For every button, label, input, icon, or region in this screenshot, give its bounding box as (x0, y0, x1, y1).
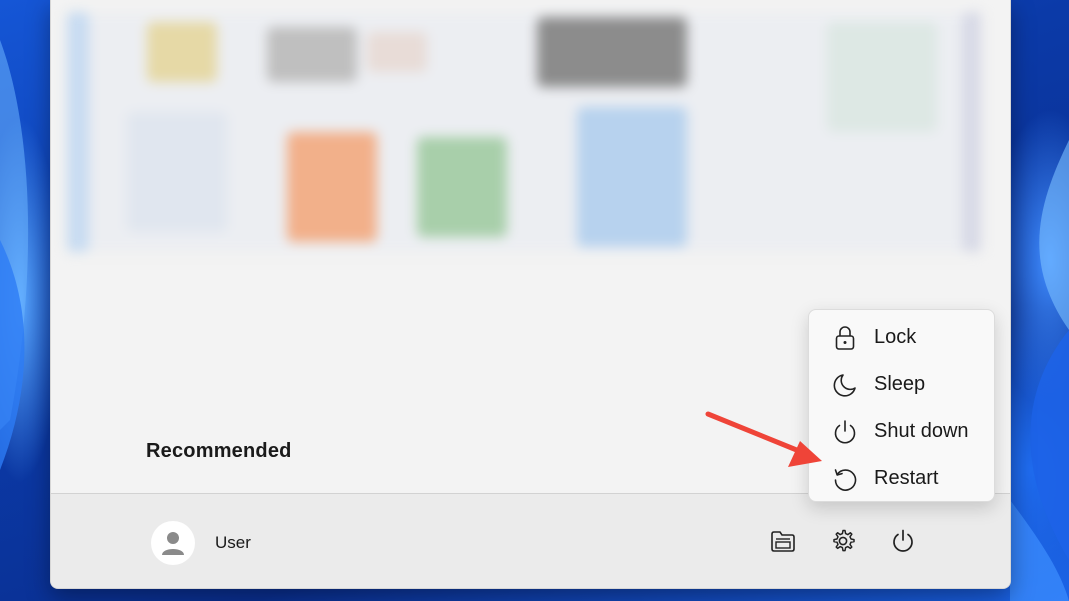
moon-icon (831, 371, 859, 399)
sleep-label: Sleep (874, 373, 926, 395)
shut-down-menu-item[interactable]: Shut down (809, 408, 994, 455)
restart-menu-item[interactable]: Restart (809, 455, 994, 502)
user-account-button[interactable]: User (147, 520, 255, 566)
lock-label: Lock (874, 326, 917, 348)
lock-menu-item[interactable]: Lock (809, 314, 994, 361)
settings-button[interactable] (828, 528, 858, 558)
power-icon (831, 418, 859, 446)
recommended-heading: Recommended (146, 440, 292, 462)
sleep-menu-item[interactable]: Sleep (809, 361, 994, 408)
file-explorer-button[interactable] (768, 528, 798, 558)
restart-label: Restart (874, 467, 939, 489)
pinned-apps-blurred (67, 12, 981, 252)
power-options-menu: Lock Sleep Shut down Restart (808, 309, 995, 502)
start-menu-footer: User (51, 493, 1010, 588)
user-name-label: User (215, 533, 251, 552)
power-icon (890, 528, 916, 559)
shut-down-label: Shut down (874, 420, 969, 442)
screen: Recommended User Lock Sleep Shut down Re… (0, 0, 1069, 601)
settings-gear-icon (830, 528, 856, 559)
restart-icon (831, 465, 859, 493)
user-avatar-icon (151, 521, 195, 565)
file-explorer-icon (770, 529, 796, 558)
power-button[interactable] (888, 528, 918, 558)
lock-icon (831, 324, 859, 352)
